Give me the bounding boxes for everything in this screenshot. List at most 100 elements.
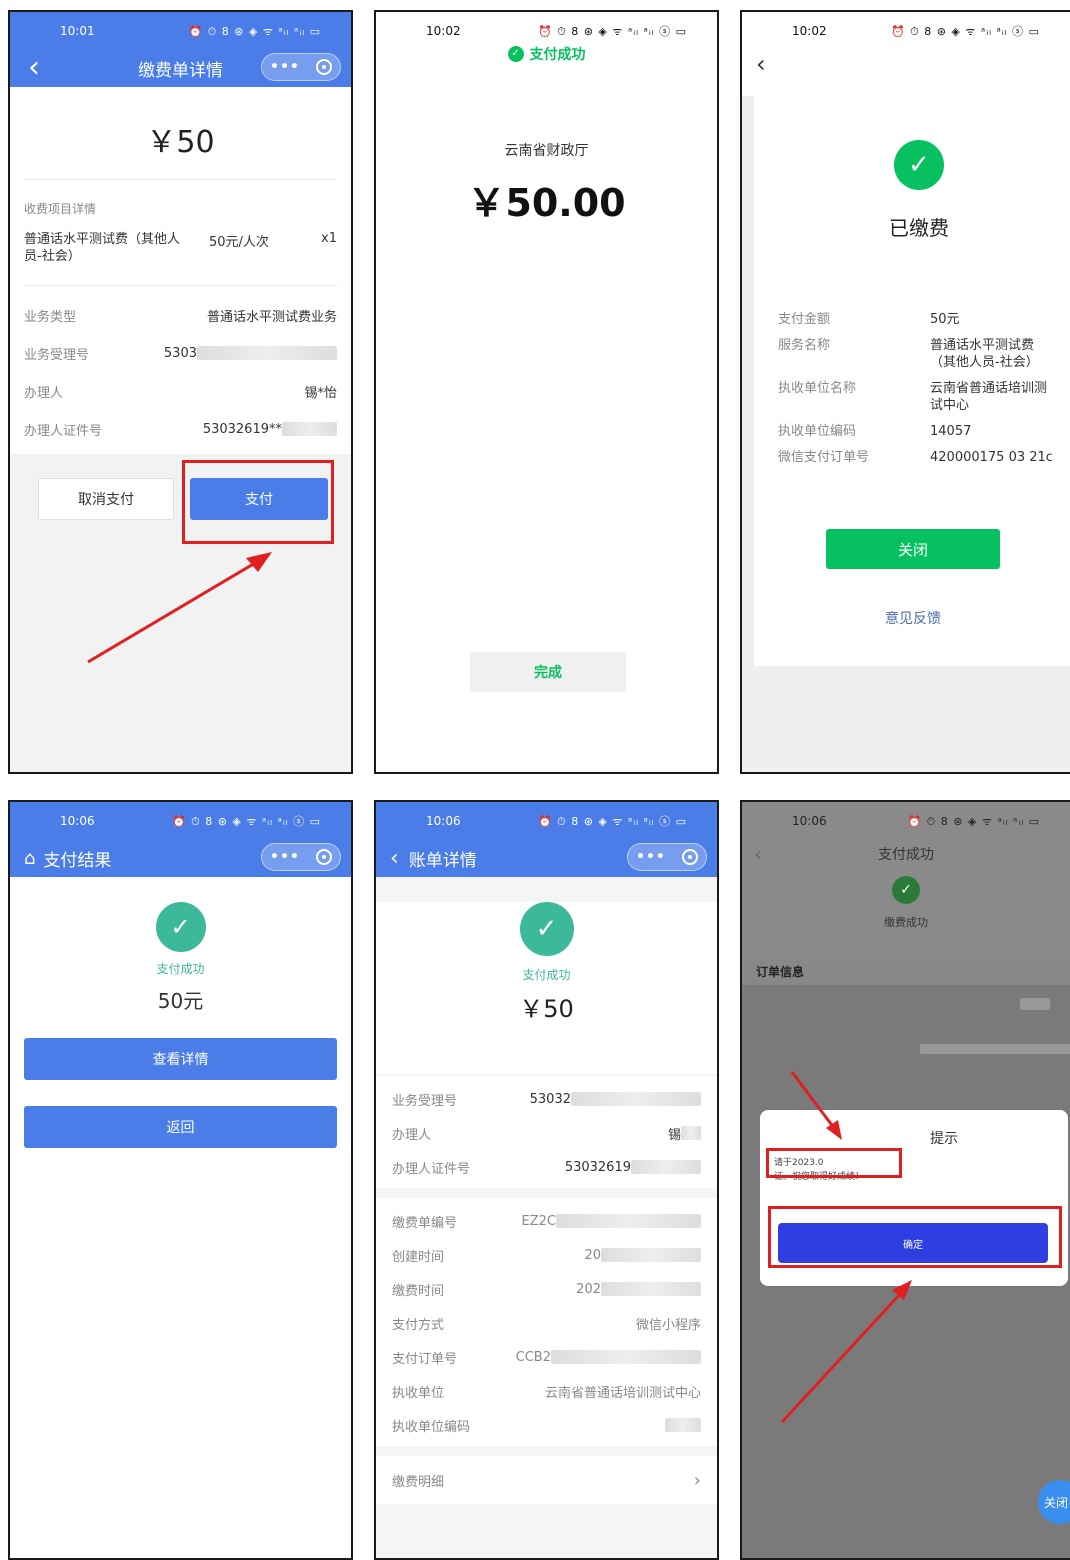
row-label: 缴费单编号 xyxy=(392,1215,458,1231)
done-button[interactable]: 完成 xyxy=(470,652,626,692)
row-value: 420000175 03 21c xyxy=(930,450,1053,465)
row-label: 办理人证件号 xyxy=(24,423,103,439)
status-time: 10:06 xyxy=(426,814,461,828)
row-label: 执收单位编码 xyxy=(392,1419,471,1435)
item-name: 普通话水平测试费（其他人员-社会） xyxy=(24,232,181,264)
home-icon[interactable]: ⌂ xyxy=(24,848,35,869)
pay-amount: ￥50.00 xyxy=(467,181,626,225)
row-label: 办理人 xyxy=(392,1127,432,1143)
info-row: 执收单位编码 14057 xyxy=(778,423,1070,440)
chevron-right-icon: › xyxy=(693,1469,701,1491)
capsule-menu[interactable]: ••• xyxy=(261,843,341,871)
phone-payment-detail: 10:01 ⏰ ⏱ 8 ⊛ ◈ ᯤ ᵃᵢₗ ᵃᵢₗ ▭ ‹ 缴费单详情 ••• … xyxy=(8,10,353,774)
success-label: 支付成功 xyxy=(522,968,571,982)
result-amount: 50元 xyxy=(157,989,204,1013)
redacted-block xyxy=(601,1248,701,1262)
subtitle: 缴费成功 xyxy=(884,916,928,929)
row-label: 执收单位名称 xyxy=(778,381,857,396)
more-icon[interactable]: ••• xyxy=(270,59,300,75)
section-label: 收费项目详情 xyxy=(24,202,97,216)
status-icons: ⏰ ⏱ 8 ⊛ ◈ ᯤ ᵃᵢₗ ᵃᵢₗ ⓢ ▭ xyxy=(171,815,321,828)
info-row: 支付订单号 CCB2 xyxy=(392,1340,701,1374)
info-row: 支付方式 微信小程序 xyxy=(392,1306,701,1340)
status-icons: ⏰ ⏱ 8 ⊛ ◈ ᯤ ᵃᵢₗ ᵃᵢₗ ▭ xyxy=(907,814,1040,828)
pay-success-title: 支付成功 xyxy=(529,47,586,63)
more-icon[interactable]: ••• xyxy=(270,849,300,865)
row-value: 微信小程序 xyxy=(635,1317,701,1333)
row-value: 云南省普通话培训测试中心 xyxy=(544,1385,701,1401)
info-row: 支付金额 50元 xyxy=(778,311,1070,328)
item-price: 50元/人次 xyxy=(209,235,269,250)
redacted-block xyxy=(665,1418,701,1432)
status-time: 10:01 xyxy=(60,24,95,38)
view-detail-button[interactable]: 查看详情 xyxy=(24,1038,337,1080)
row-label: 支付订单号 xyxy=(392,1351,458,1367)
phone-success-dialog: 10:06 ⏰ ⏱ 8 ⊛ ◈ ᯤ ᵃᵢₗ ᵃᵢₗ ▭ ‹ 支付成功 ✓ 缴费成… xyxy=(740,800,1070,1560)
row-value: 53032 xyxy=(529,1091,571,1107)
status-time: 10:02 xyxy=(426,24,461,38)
nav-title: 支付结果 xyxy=(43,850,112,871)
info-row: 业务受理号 5303 xyxy=(24,334,337,372)
row-label: 支付金额 xyxy=(778,312,831,327)
info-row: 服务名称 普通话水平测试费（其他人员-社会） xyxy=(778,337,1070,371)
close-button[interactable]: 关闭 xyxy=(826,529,1000,569)
row-label: 办理人 xyxy=(24,385,64,401)
check-icon: ✓ xyxy=(894,140,944,190)
row-value: 53032619** xyxy=(202,421,282,437)
info-row: 办理人证件号 53032619** xyxy=(24,410,337,448)
capsule-menu[interactable]: ••• xyxy=(261,53,341,81)
float-close-button[interactable]: 关闭 xyxy=(1038,1480,1070,1524)
item-qty: x1 xyxy=(321,231,337,246)
phone-paid-status: 10:02 ⏰ ⏱ 8 ⊛ ◈ ᯤ ᵃᵢₗ ᵃᵢₗ ⓢ ▭ ‹ ✓ 已缴费 支付… xyxy=(740,10,1070,774)
nav-title: 账单详情 xyxy=(408,850,477,871)
info-row: 创建时间 20 xyxy=(392,1238,701,1272)
row-label: 支付方式 xyxy=(392,1317,445,1333)
highlight-box-text xyxy=(766,1148,902,1178)
close-target-icon[interactable] xyxy=(315,59,332,75)
redacted-block xyxy=(197,346,337,360)
redacted-block xyxy=(601,1282,701,1296)
row-label: 办理人证件号 xyxy=(392,1161,471,1177)
row-value: 锡*怡 xyxy=(304,385,337,401)
redacted-block xyxy=(556,1214,701,1228)
capsule-menu[interactable]: ••• xyxy=(627,843,707,871)
redacted-block xyxy=(1020,998,1050,1010)
back-icon[interactable]: ‹ xyxy=(390,846,399,871)
back-icon[interactable]: ‹ xyxy=(756,50,766,78)
row-value: 20 xyxy=(584,1247,601,1263)
row-value: 普通话水平测试费（其他人员-社会） xyxy=(930,338,1039,370)
row-label: 微信支付订单号 xyxy=(778,450,870,465)
highlight-box-button xyxy=(768,1206,1062,1268)
phone-bill-detail: 10:06 ⏰ ⏱ 8 ⊛ ◈ ᯤ ᵃᵢₗ ᵃᵢₗ ⓢ ▭ ‹ 账单详情 •••… xyxy=(374,800,719,1560)
close-target-icon[interactable] xyxy=(315,849,332,865)
row-value: 普通话水平测试费业务 xyxy=(206,309,337,325)
check-icon: ✓ xyxy=(892,876,920,904)
row-label: 创建时间 xyxy=(392,1249,445,1265)
row-label: 执收单位 xyxy=(392,1385,445,1401)
info-row: 办理人 锡*怡 xyxy=(24,372,337,410)
highlight-box xyxy=(182,460,334,544)
back-icon[interactable]: ‹ xyxy=(754,842,762,866)
phone-wechat-pay-success: 10:02 ⏰ ⏱ 8 ⊛ ◈ ᯤ ᵃᵢₗ ᵃᵢₗ ⓢ ▭ ✓ 支付成功 云南省… xyxy=(374,10,719,774)
row-label: 服务名称 xyxy=(778,338,831,353)
redacted-block xyxy=(631,1160,701,1174)
status-icons: ⏰ ⏱ 8 ⊛ ◈ ᯤ ᵃᵢₗ ᵃᵢₗ ⓢ ▭ xyxy=(537,815,687,828)
fee-detail-label: 缴费明细 xyxy=(392,1474,445,1490)
redacted-block xyxy=(551,1350,701,1364)
cancel-pay-button[interactable]: 取消支付 xyxy=(38,478,174,520)
return-button[interactable]: 返回 xyxy=(24,1106,337,1148)
row-label: 业务受理号 xyxy=(24,347,90,363)
info-row: 缴费单编号 EZ2C xyxy=(392,1204,701,1238)
status-time: 10:02 xyxy=(792,24,827,38)
redacted-block xyxy=(282,422,337,436)
close-target-icon[interactable] xyxy=(681,849,698,865)
fee-detail-link[interactable]: 缴费明细 › xyxy=(376,1456,717,1504)
row-value: CCB2 xyxy=(515,1349,551,1365)
row-value: 锡 xyxy=(667,1127,681,1143)
more-icon[interactable]: ••• xyxy=(636,849,666,865)
row-value: 14057 xyxy=(930,424,972,439)
row-label: 业务受理号 xyxy=(392,1093,458,1109)
feedback-link[interactable]: 意见反馈 xyxy=(754,608,1070,628)
info-row: 业务受理号 53032 xyxy=(392,1082,701,1116)
info-row: 办理人证件号 53032619 xyxy=(392,1150,701,1184)
